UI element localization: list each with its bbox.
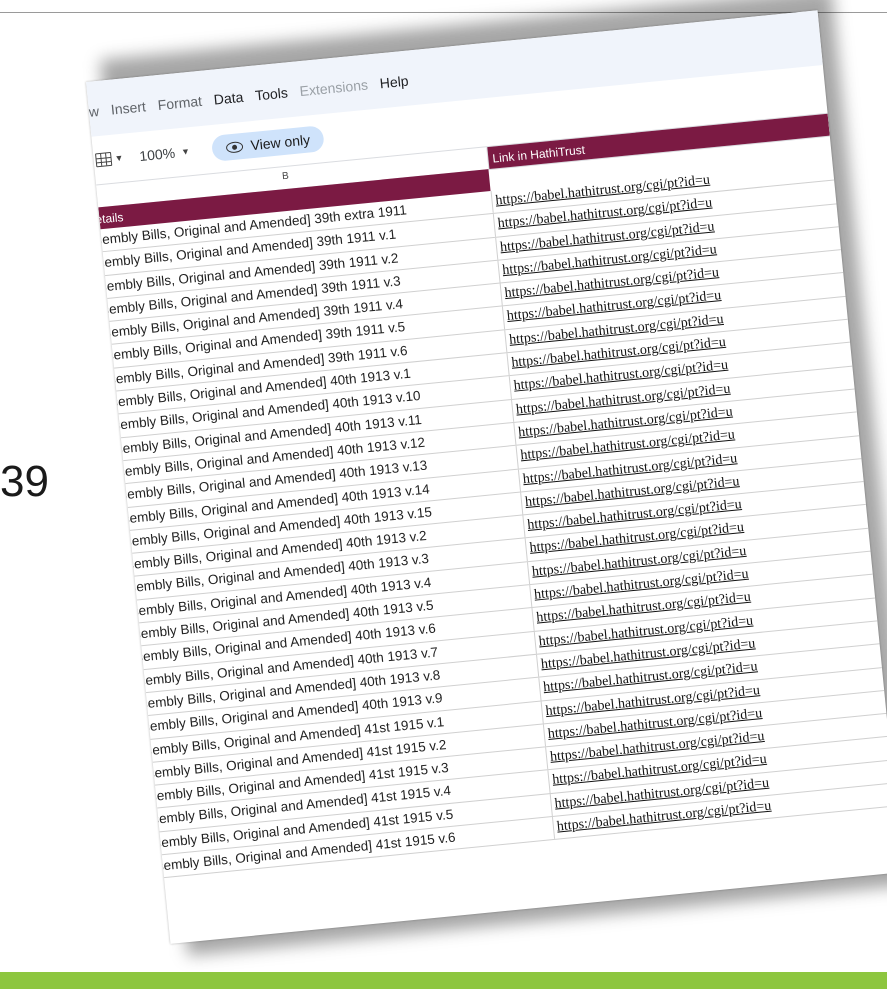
view-only-button[interactable]: View only bbox=[210, 125, 326, 162]
menu-item-insert[interactable]: Insert bbox=[110, 98, 146, 117]
cell-separator bbox=[542, 724, 547, 747]
table-icon bbox=[95, 151, 113, 168]
cell-separator bbox=[513, 422, 517, 446]
column-header-b[interactable]: B bbox=[282, 171, 290, 183]
cell-separator bbox=[551, 816, 556, 840]
cell-separator bbox=[501, 306, 506, 330]
cell-separator bbox=[490, 190, 494, 214]
menu-item-tools[interactable]: Tools bbox=[254, 84, 288, 103]
cell-separator bbox=[517, 469, 522, 492]
cell-separator bbox=[536, 654, 540, 677]
footer-accent-bar bbox=[0, 972, 887, 989]
menu-item-extensions[interactable]: Extensions bbox=[299, 77, 369, 100]
menu-item-data[interactable]: Data bbox=[213, 89, 244, 108]
zoom-value: 100% bbox=[138, 144, 176, 165]
menu-item-w[interactable]: w bbox=[88, 103, 100, 120]
cell-separator bbox=[540, 701, 544, 724]
cell-separator bbox=[522, 515, 526, 538]
menu-item-format[interactable]: Format bbox=[157, 93, 203, 113]
slide-number: 39 bbox=[0, 457, 49, 506]
cell-separator bbox=[526, 561, 531, 585]
cell-separator bbox=[506, 353, 510, 376]
cell-separator bbox=[492, 214, 497, 237]
caret-down-icon: ▼ bbox=[180, 146, 191, 158]
cell-separator bbox=[524, 538, 528, 562]
eye-icon bbox=[225, 140, 244, 154]
cell-separator bbox=[538, 677, 542, 701]
cell-separator bbox=[531, 608, 535, 631]
spreadsheet-screenshot: w Insert Format Data Tools Extensions Help ▼ 1… bbox=[86, 10, 887, 944]
caret-down-icon: ▼ bbox=[114, 152, 124, 164]
cell-separator bbox=[497, 260, 501, 283]
cell-separator bbox=[547, 770, 551, 793]
format-select[interactable]: ▼ bbox=[93, 151, 124, 168]
cell-separator bbox=[504, 330, 508, 353]
header-details-label: etails bbox=[94, 210, 125, 227]
cell-separator bbox=[495, 237, 499, 260]
cell-separator bbox=[508, 376, 512, 399]
view-only-label: View only bbox=[249, 131, 311, 154]
cell-separator bbox=[533, 631, 537, 654]
cell-separator bbox=[499, 283, 503, 306]
cell-separator bbox=[511, 399, 515, 422]
spreadsheet-grid: etails Link in HathiTrust sembly Bills, … bbox=[94, 113, 887, 879]
cell-separator bbox=[529, 585, 533, 608]
menu-item-help[interactable]: Help bbox=[379, 73, 409, 92]
zoom-select[interactable]: 100% ▼ bbox=[139, 143, 191, 164]
cell-separator bbox=[515, 445, 519, 469]
cell-separator bbox=[545, 747, 549, 770]
cell-separator bbox=[549, 793, 553, 817]
cell-separator bbox=[520, 492, 524, 515]
header-link-label: Link in HathiTrust bbox=[491, 142, 586, 166]
